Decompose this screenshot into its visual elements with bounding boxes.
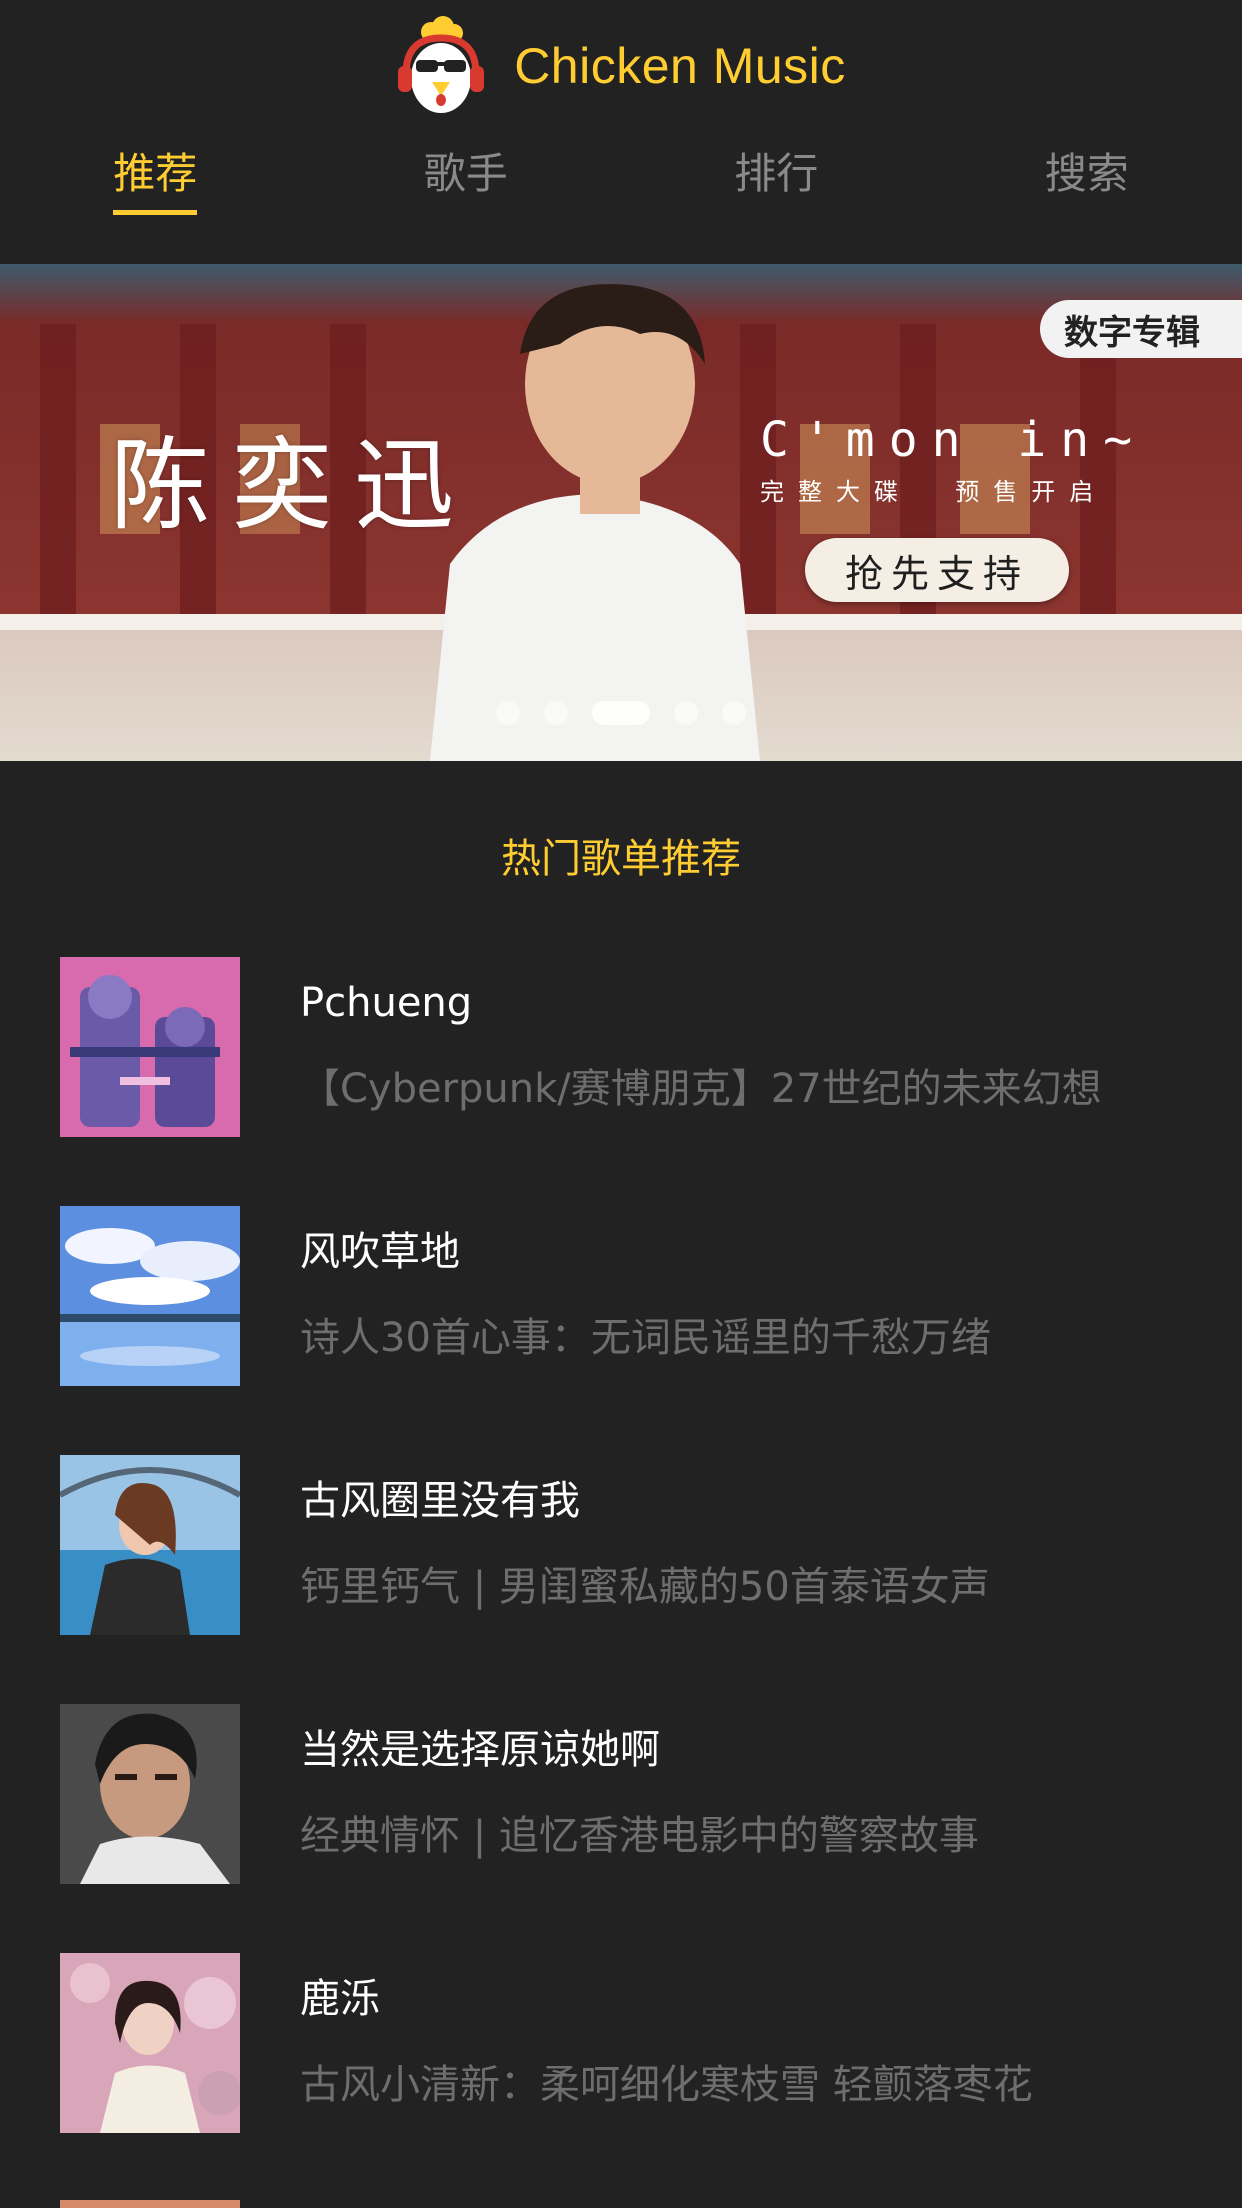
- tab-recommend-label: 推荐: [113, 149, 198, 216]
- banner-cta-button[interactable]: 抢先支持: [805, 538, 1069, 602]
- slider-dot[interactable]: [674, 701, 698, 725]
- playlist-cover: [60, 1704, 240, 1884]
- tab-rank[interactable]: 排行: [621, 149, 932, 246]
- tab-search[interactable]: 搜索: [932, 149, 1242, 246]
- tab-rank-label: 排行: [734, 149, 819, 198]
- list-item[interactable]: 当然是选择原谅她啊 经典情怀 | 追忆香港电影中的警察故事: [0, 1704, 1242, 1953]
- slider-dot[interactable]: [496, 701, 520, 725]
- slider-dot-active[interactable]: [592, 701, 650, 725]
- playlist-info: 古风圈里没有我 钙里钙气 | 男闺蜜私藏的50首泰语女声: [300, 1477, 1200, 1611]
- tab-singers[interactable]: 歌手: [311, 149, 622, 246]
- playlist-cover: [60, 1953, 240, 2133]
- app-header: Chicken Music: [0, 0, 1242, 132]
- list-item[interactable]: 古风圈里没有我 钙里钙气 | 男闺蜜私藏的50首泰语女声: [0, 1455, 1242, 1704]
- tab-recommend[interactable]: 推荐: [0, 149, 311, 246]
- playlist-list: Pchueng 【Cyberpunk/赛博朋克】27世纪的未来幻想 风吹草地 诗…: [0, 957, 1242, 2202]
- list-item[interactable]: 风吹草地 诗人30首心事：无词民谣里的千愁万绪: [0, 1206, 1242, 1455]
- playlist-desc: 古风小清新：柔呵细化寒枝雪 轻颤落枣花: [300, 2062, 1033, 2108]
- list-item[interactable]: Pchueng 【Cyberpunk/赛博朋克】27世纪的未来幻想: [0, 957, 1242, 1206]
- playlist-name: 当然是选择原谅她啊: [300, 1727, 660, 1773]
- section-title: 热门歌单推荐: [501, 836, 741, 882]
- banner-artist-name: 陈奕迅: [110, 427, 476, 544]
- banner-subtitle: 完整大碟 预售开启: [760, 478, 1108, 506]
- list-item[interactable]: 鹿泺 古风小清新：柔呵细化寒枝雪 轻颤落枣花: [0, 1953, 1242, 2202]
- playlist-info: Pchueng 【Cyberpunk/赛博朋克】27世纪的未来幻想: [300, 979, 1200, 1113]
- slider-dot[interactable]: [544, 701, 568, 725]
- playlist-desc: 【Cyberpunk/赛博朋克】27世纪的未来幻想: [300, 1066, 1102, 1112]
- playlist-name: 古风圈里没有我: [300, 1478, 580, 1524]
- playlist-cover-partial: [60, 2200, 240, 2208]
- playlist-info: 风吹草地 诗人30首心事：无词民谣里的千愁万绪: [300, 1228, 1200, 1362]
- playlist-name: 风吹草地: [300, 1229, 460, 1275]
- playlist-name: 鹿泺: [300, 1976, 380, 2022]
- banner-slider[interactable]: 陈奕迅 C'mon in~ 完整大碟 预售开启 抢先支持 数字专辑: [0, 264, 1242, 761]
- playlist-info: 鹿泺 古风小清新：柔呵细化寒枝雪 轻颤落枣花: [300, 1975, 1200, 2109]
- banner-badge: 数字专辑: [1040, 300, 1242, 358]
- playlist-desc: 经典情怀 | 追忆香港电影中的警察故事: [300, 1813, 979, 1859]
- tab-search-label: 搜索: [1044, 149, 1129, 198]
- main-tabs: 推荐 歌手 排行 搜索: [0, 149, 1242, 246]
- slider-dots: [0, 700, 1242, 726]
- playlist-cover: [60, 1206, 240, 1386]
- playlist-cover: [60, 957, 240, 1137]
- chicken-logo-icon: [398, 16, 485, 113]
- playlist-cover: [60, 1455, 240, 1635]
- slider-dot[interactable]: [722, 701, 746, 725]
- tab-singers-label: 歌手: [423, 149, 508, 198]
- banner-album-title: C'mon in~: [760, 412, 1147, 468]
- playlist-desc: 诗人30首心事：无词民谣里的千愁万绪: [300, 1315, 991, 1361]
- playlist-info: 当然是选择原谅她啊 经典情怀 | 追忆香港电影中的警察故事: [300, 1726, 1200, 1860]
- playlist-name: Pchueng: [300, 980, 473, 1026]
- app-title: Chicken Music: [514, 38, 846, 94]
- playlist-desc: 钙里钙气 | 男闺蜜私藏的50首泰语女声: [300, 1564, 990, 1610]
